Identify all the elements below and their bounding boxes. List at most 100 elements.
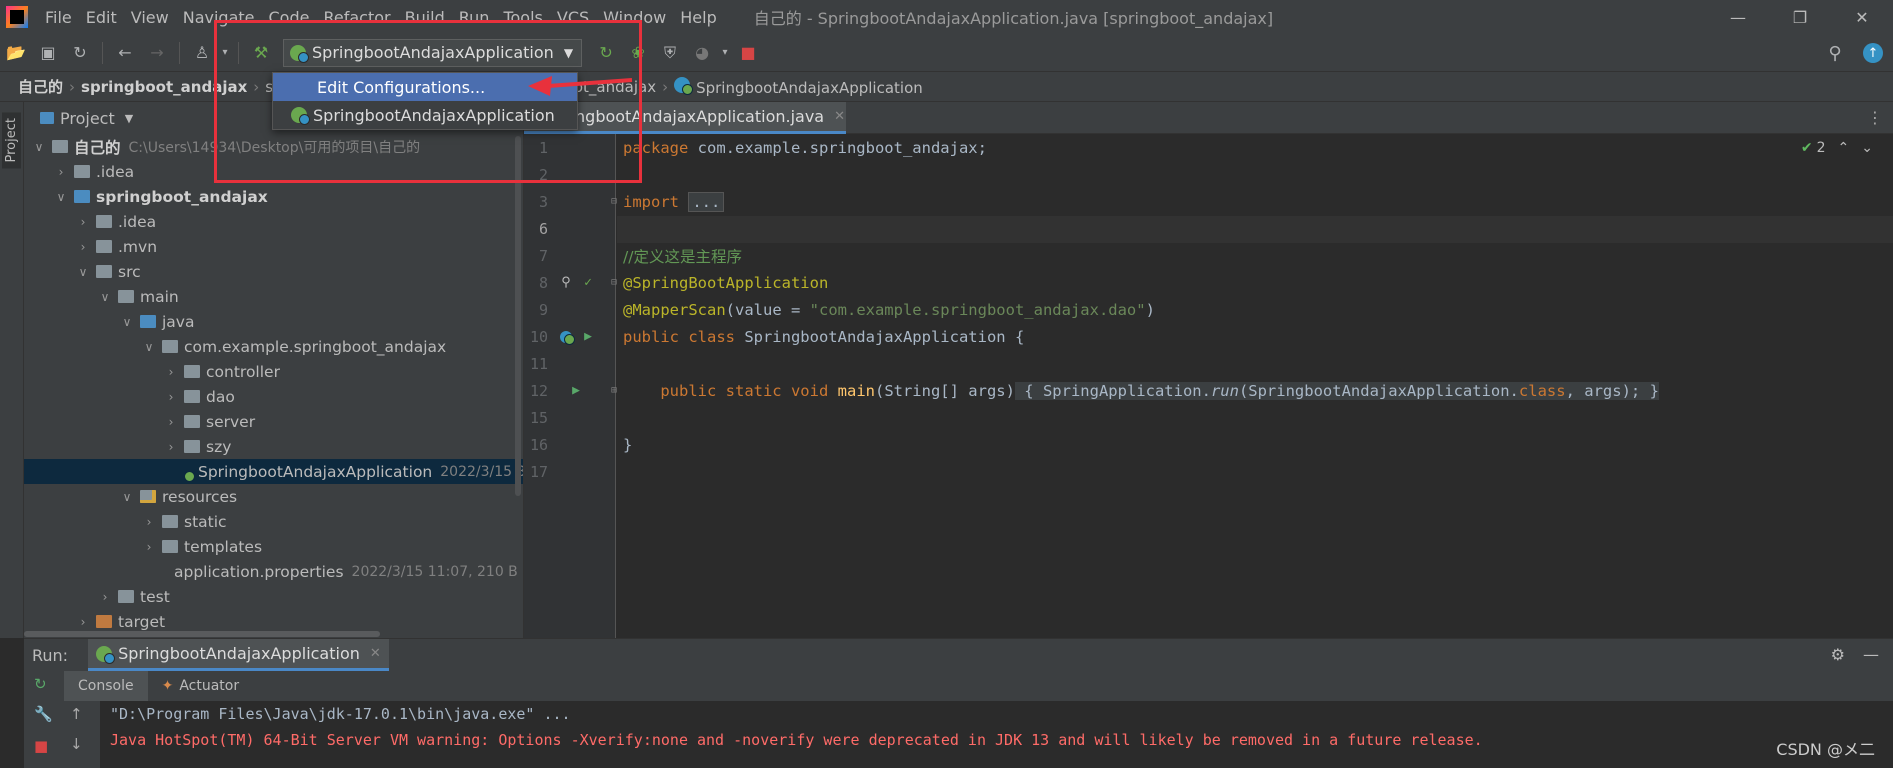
search-icon[interactable]: ⚲: [1821, 39, 1849, 67]
tree-item-dao[interactable]: › dao: [24, 384, 523, 409]
menu-build[interactable]: Build: [398, 8, 452, 27]
scroll-down-icon[interactable]: ↓: [70, 735, 83, 753]
tree-item-controller[interactable]: › controller: [24, 359, 523, 384]
tree-item-resources[interactable]: ∨ resources: [24, 484, 523, 509]
rerun-icon[interactable]: ↻: [34, 675, 47, 693]
scrollbar-thumb[interactable]: [24, 631, 380, 637]
fold-icon[interactable]: ⊟: [606, 194, 622, 210]
tree-item-module[interactable]: ∨ springboot_andajax: [24, 184, 523, 209]
tree-item-server[interactable]: › server: [24, 409, 523, 434]
fold-icon[interactable]: ⊞: [606, 383, 622, 399]
tree-item-szy[interactable]: › szy: [24, 434, 523, 459]
open-folder-icon[interactable]: 📂: [2, 39, 30, 67]
gear-icon[interactable]: ⚙: [1831, 645, 1845, 664]
close-icon[interactable]: ✕: [370, 646, 381, 661]
tree-item-static[interactable]: › static: [24, 509, 523, 534]
menu-refactor[interactable]: Refactor: [316, 8, 397, 27]
collapse-arrow-icon[interactable]: ›: [76, 240, 90, 254]
tree-item-module-idea[interactable]: › .idea: [24, 209, 523, 234]
restore-icon[interactable]: ❐: [1769, 0, 1831, 34]
expand-arrow-icon[interactable]: ∨: [120, 315, 134, 329]
collapse-arrow-icon[interactable]: ›: [164, 415, 178, 429]
tree-item-src[interactable]: ∨ src: [24, 259, 523, 284]
chevron-down-icon[interactable]: ▾: [220, 39, 230, 67]
menu-edit[interactable]: Edit: [79, 8, 124, 27]
menu-view[interactable]: View: [124, 8, 176, 27]
tree-item-root[interactable]: ∨ 自己的 C:\Users\14934\Desktop\可用的项目\自己的: [24, 134, 523, 159]
sync-icon[interactable]: ↻: [66, 39, 94, 67]
build-hammer-icon[interactable]: ⚒: [247, 39, 275, 67]
collapse-arrow-icon[interactable]: ›: [76, 215, 90, 229]
tree-item-idea[interactable]: › .idea: [24, 159, 523, 184]
expand-arrow-icon[interactable]: ∨: [120, 490, 134, 504]
tab-actuator[interactable]: ✦ Actuator: [148, 671, 254, 701]
coverage-shield-icon[interactable]: ⛨: [656, 39, 684, 67]
console-output[interactable]: "D:\Program Files\Java\jdk-17.0.1\bin\ja…: [100, 701, 1893, 768]
tab-console[interactable]: Console: [64, 671, 148, 701]
rerun-icon[interactable]: ↻: [592, 39, 620, 67]
collapse-arrow-icon[interactable]: ›: [164, 365, 178, 379]
project-tool-button[interactable]: Project: [2, 112, 21, 169]
minimize-panel-icon[interactable]: —: [1863, 645, 1879, 664]
collapse-arrow-icon[interactable]: ›: [98, 590, 112, 604]
run-play-icon[interactable]: ▶: [568, 383, 584, 399]
tree-item-test[interactable]: › test: [24, 584, 523, 609]
save-icon[interactable]: ▣: [34, 39, 62, 67]
project-vertical-scrollbar[interactable]: [515, 136, 521, 496]
tree-item-main[interactable]: ∨ main: [24, 284, 523, 309]
project-horizontal-scrollbar[interactable]: [24, 630, 523, 638]
tree-item-mvn[interactable]: › .mvn: [24, 234, 523, 259]
folded-imports[interactable]: ...: [688, 191, 725, 212]
expand-arrow-icon[interactable]: ∨: [142, 340, 156, 354]
expand-arrow-icon[interactable]: ∨: [98, 290, 112, 304]
user-icon[interactable]: ♙: [188, 39, 216, 67]
debug-bug-icon[interactable]: ❀: [624, 39, 652, 67]
tree-item-application-class[interactable]: SpringbootAndajaxApplication 2022/3/15 8: [24, 459, 523, 484]
menu-window[interactable]: Window: [596, 8, 673, 27]
fold-icon[interactable]: ⊟: [606, 275, 622, 291]
collapse-arrow-icon[interactable]: ›: [164, 440, 178, 454]
scroll-up-icon[interactable]: ↑: [70, 705, 83, 723]
more-vertical-icon[interactable]: ⋮: [1867, 108, 1883, 127]
spring-bean-icon[interactable]: ✓: [580, 275, 596, 291]
stop-icon[interactable]: ■: [734, 39, 762, 67]
menu-file[interactable]: File: [38, 8, 79, 27]
forward-arrow-icon[interactable]: →: [143, 39, 171, 67]
tree-item-application-properties[interactable]: application.properties 2022/3/15 11:07, …: [24, 559, 523, 584]
menu-help[interactable]: Help: [673, 8, 723, 27]
tree-item-package[interactable]: ∨ com.example.springboot_andajax: [24, 334, 523, 359]
dropdown-item-application[interactable]: SpringbootAndajaxApplication: [273, 101, 577, 129]
bean-search-icon[interactable]: ⚲: [558, 275, 574, 291]
collapse-arrow-icon[interactable]: ›: [142, 540, 156, 554]
menu-navigate[interactable]: Navigate: [176, 8, 262, 27]
menu-run[interactable]: Run: [452, 8, 497, 27]
collapse-arrow-icon[interactable]: ›: [54, 165, 68, 179]
menu-code[interactable]: Code: [262, 8, 317, 27]
close-icon[interactable]: ✕: [1831, 0, 1893, 34]
collapse-arrow-icon[interactable]: ›: [76, 615, 90, 629]
stop-icon[interactable]: ■: [34, 737, 48, 755]
expand-arrow-icon[interactable]: ∨: [32, 140, 46, 154]
ide-update-icon[interactable]: ↑: [1863, 43, 1883, 63]
collapse-arrow-icon[interactable]: ›: [164, 390, 178, 404]
wrench-icon[interactable]: 🔧: [34, 705, 53, 723]
expand-arrow-icon[interactable]: ∨: [54, 190, 68, 204]
collapse-arrow-icon[interactable]: ›: [142, 515, 156, 529]
expand-arrow-icon[interactable]: ∨: [76, 265, 90, 279]
breadcrumb-root[interactable]: 自己的: [12, 76, 69, 97]
run-tab-application[interactable]: SpringbootAndajaxApplication ✕: [88, 639, 389, 671]
back-arrow-icon[interactable]: ←: [111, 39, 139, 67]
breadcrumb-class[interactable]: SpringbootAndajaxApplication: [668, 76, 929, 97]
menu-tools[interactable]: Tools: [496, 8, 549, 27]
profile-icon[interactable]: ◕: [688, 39, 716, 67]
tree-item-java[interactable]: ∨ java: [24, 309, 523, 334]
tree-item-templates[interactable]: › templates: [24, 534, 523, 559]
code-editor[interactable]: ✔ 2 ⌃ ⌄ 1 package com.example.springboot…: [524, 134, 1893, 638]
menu-vcs[interactable]: VCS: [550, 8, 596, 27]
close-icon[interactable]: ✕: [834, 109, 845, 124]
run-configuration-selector[interactable]: SpringbootAndajaxApplication ▼: [283, 38, 583, 67]
run-play-icon[interactable]: ▶: [580, 329, 596, 345]
breadcrumb-module[interactable]: springboot_andajax: [75, 78, 253, 96]
chevron-down-icon[interactable]: ▾: [720, 39, 730, 67]
spring-run-icon[interactable]: [558, 329, 575, 345]
